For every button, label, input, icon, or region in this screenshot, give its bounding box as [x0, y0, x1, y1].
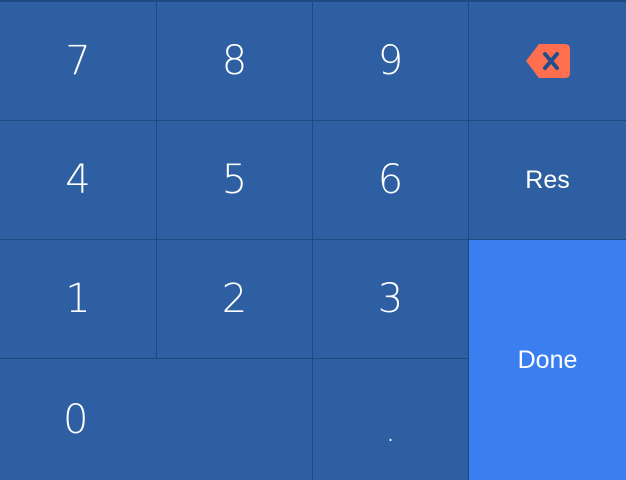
numeric-keypad: 7 8 9 4 5 6 Res 1 2 3 Done 0 .	[0, 0, 626, 480]
key-8[interactable]: 8	[157, 2, 313, 121]
key-1[interactable]: 1	[0, 240, 157, 359]
key-0[interactable]: 0	[0, 359, 313, 480]
key-5[interactable]: 5	[157, 121, 313, 240]
key-7[interactable]: 7	[0, 2, 157, 121]
key-3[interactable]: 3	[313, 240, 469, 359]
key-decimal-point[interactable]: .	[313, 359, 469, 480]
reset-button[interactable]: Res	[469, 121, 626, 240]
backspace-icon	[525, 43, 571, 79]
key-4[interactable]: 4	[0, 121, 157, 240]
key-6[interactable]: 6	[313, 121, 469, 240]
key-2[interactable]: 2	[157, 240, 313, 359]
done-button[interactable]: Done	[469, 240, 626, 480]
backspace-button[interactable]	[469, 2, 626, 121]
key-9[interactable]: 9	[313, 2, 469, 121]
